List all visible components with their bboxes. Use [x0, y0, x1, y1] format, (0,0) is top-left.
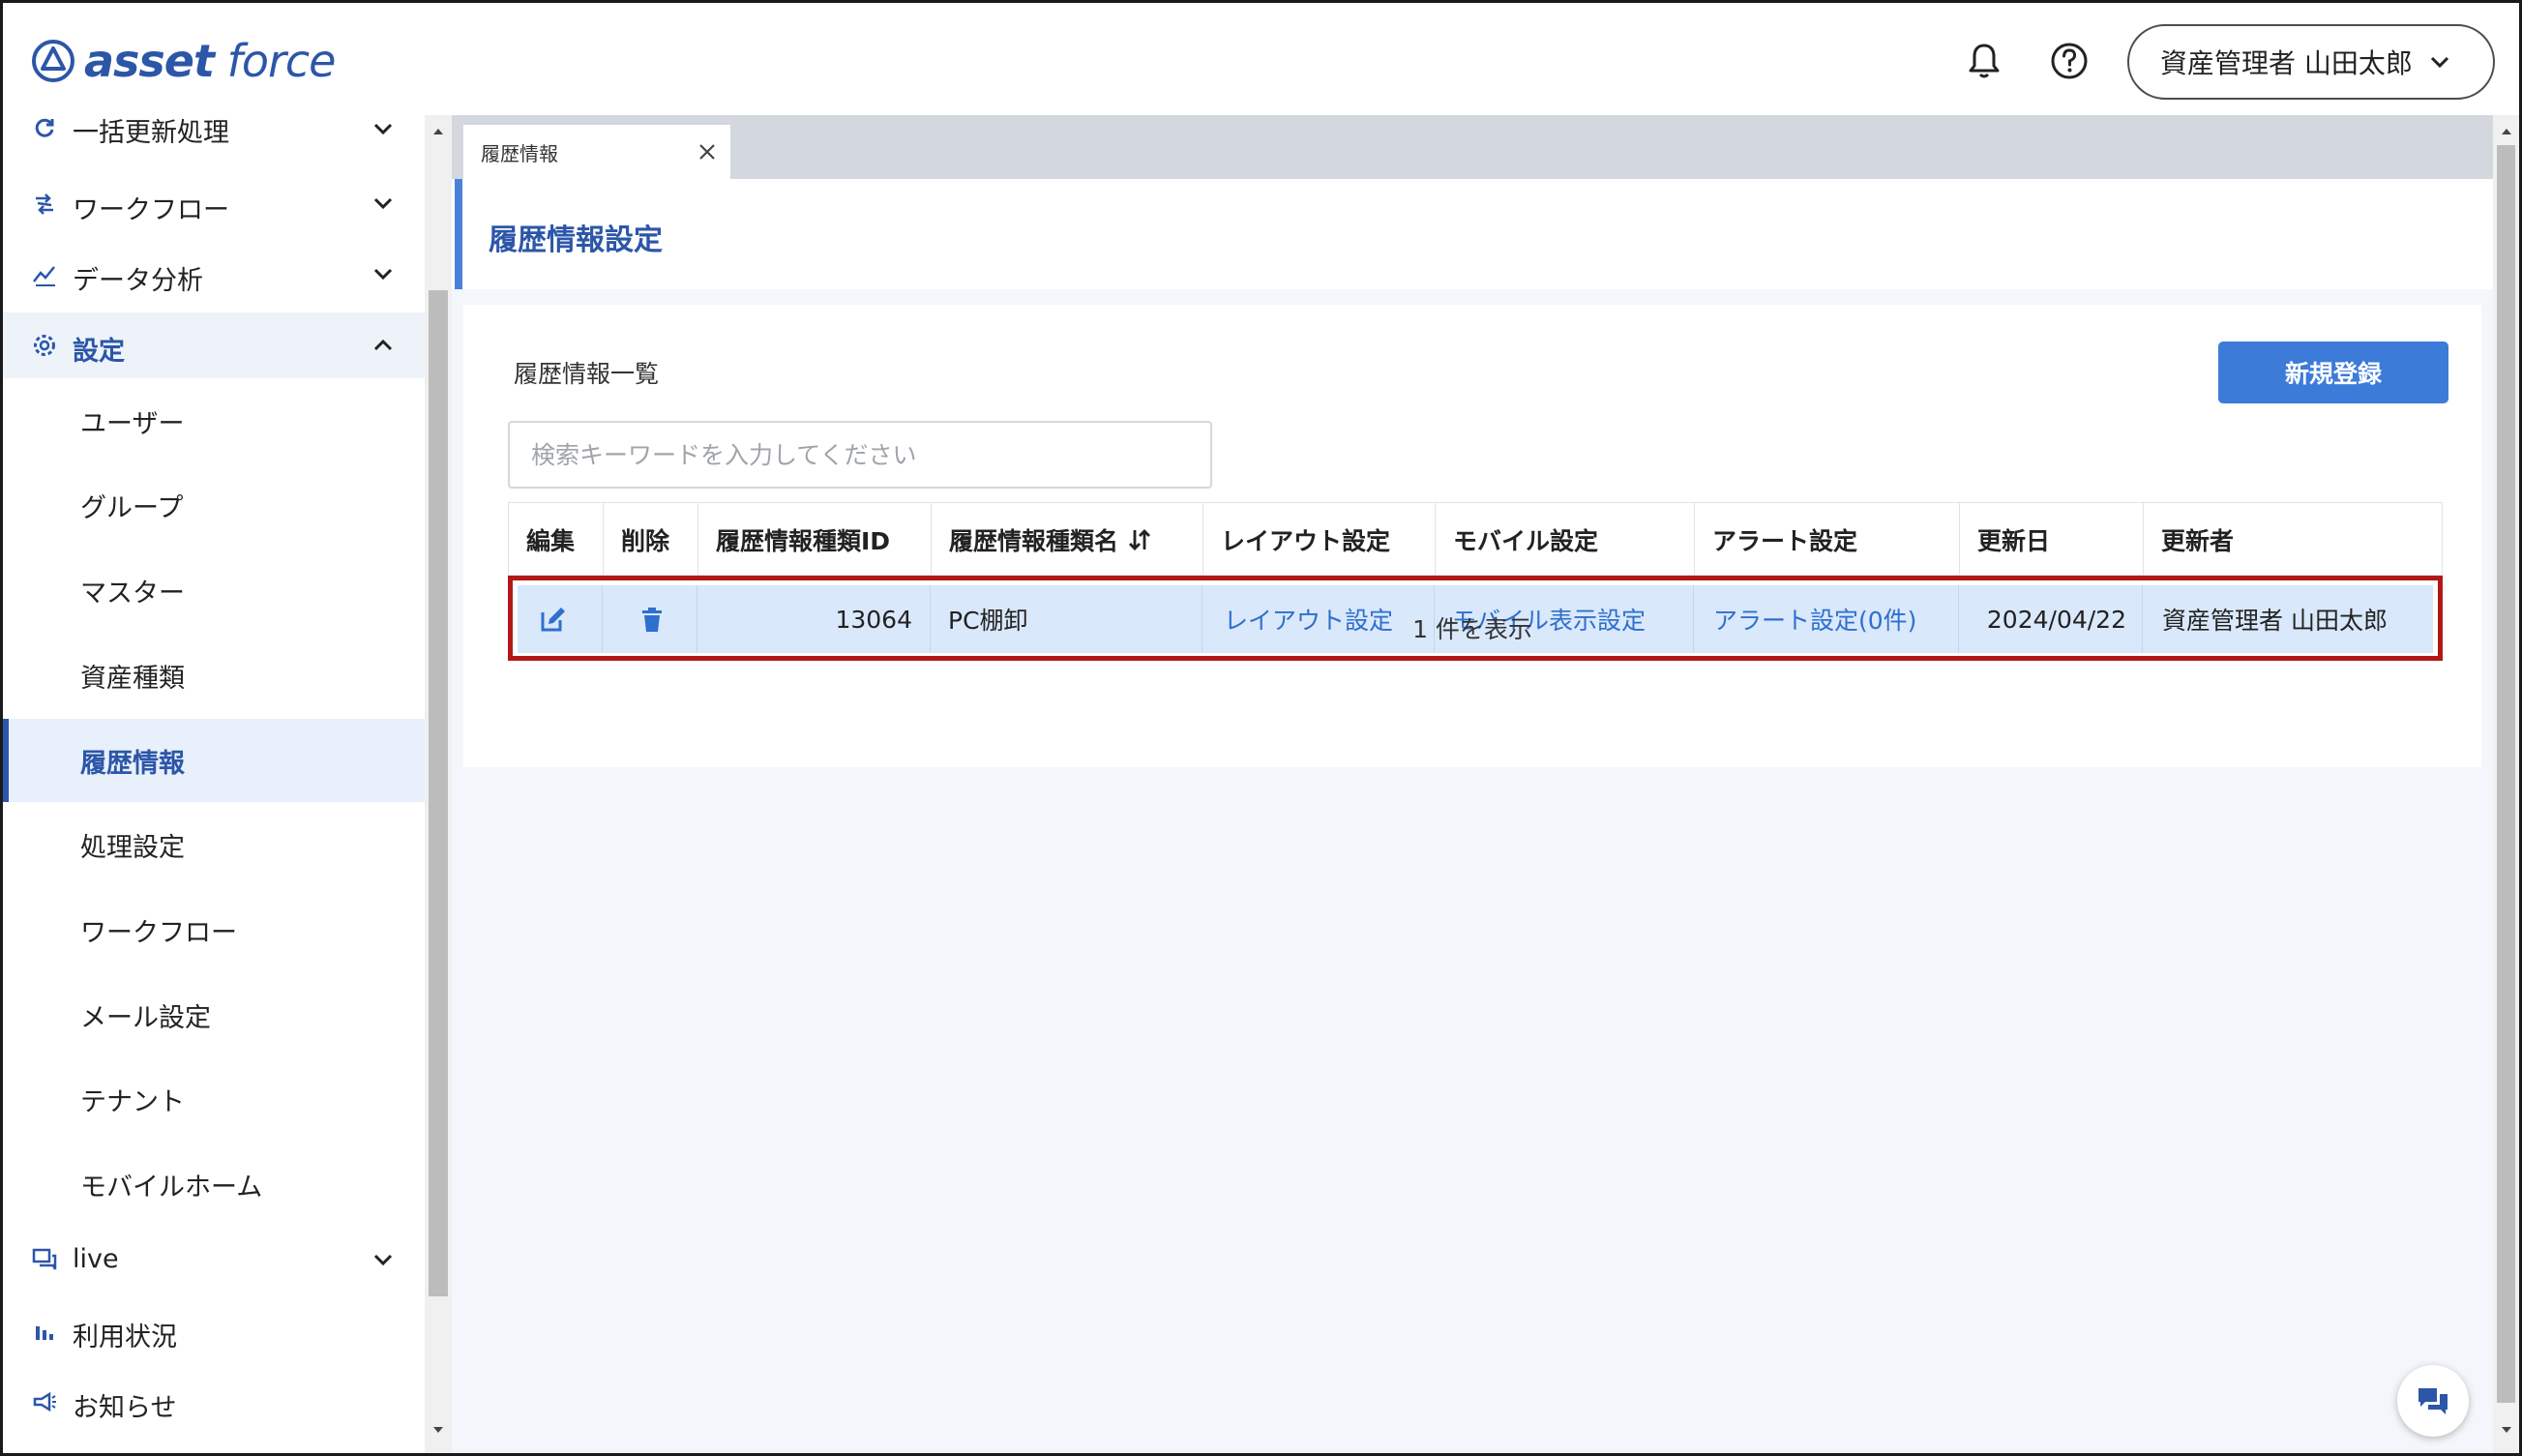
- page-title: 履歴情報設定: [489, 223, 663, 257]
- chevron-down-icon: [373, 197, 393, 210]
- tab-bar: 履歴情報: [452, 115, 2493, 179]
- chevron-down-icon: [2430, 56, 2448, 69]
- section-title: 履歴情報一覧: [514, 360, 660, 388]
- user-name: 資産管理者 山田太郎: [2160, 47, 2413, 79]
- sidebar-item-tenant[interactable]: テナント: [3, 1057, 425, 1141]
- sidebar-scrollbar-thumb[interactable]: [429, 290, 448, 1296]
- column-header-updater: 更新者: [2161, 527, 2235, 555]
- page-header: 履歴情報設定: [452, 179, 2493, 289]
- sidebar-item-process-settings[interactable]: 処理設定: [3, 803, 425, 886]
- active-indicator: [3, 719, 9, 802]
- sidebar-item-settings[interactable]: 設定: [3, 312, 425, 378]
- sidebar-item-mobile-home[interactable]: モバイルホーム: [3, 1143, 425, 1226]
- main-scroll-up-arrow-icon[interactable]: [2499, 124, 2514, 139]
- refresh-icon: [35, 118, 54, 137]
- column-header-alert: アラート設定: [1695, 503, 1960, 577]
- sidebar-item-asset-types[interactable]: 資産種類: [3, 634, 425, 717]
- notification-bell-icon[interactable]: [1961, 38, 2007, 84]
- main-scrollbar-thumb[interactable]: [2497, 145, 2515, 1403]
- search-input[interactable]: [508, 421, 1212, 489]
- logo-text: asset force: [84, 35, 336, 87]
- column-header-edit: 編集: [509, 503, 604, 577]
- app-header: asset force 資産管理者 山田太郎: [3, 3, 2519, 115]
- table-header: 編集 削除 履歴情報種類ID 履歴情報種類名 レイアウト設定 モバイル設定 アラ…: [508, 502, 2443, 577]
- column-header-mobile: モバイル設定: [1436, 503, 1695, 577]
- title-accent-bar: [455, 179, 462, 289]
- chevron-down-icon: [373, 123, 393, 135]
- column-header-type-id[interactable]: 履歴情報種類ID: [698, 503, 932, 577]
- logo-mark-icon: [32, 40, 74, 82]
- sidebar-item-notices[interactable]: お知らせ: [3, 1375, 425, 1429]
- chat-bubbles-icon: [2418, 1388, 2448, 1414]
- sidebar-item-users[interactable]: ユーザー: [3, 379, 425, 462]
- sidebar-item-workflow-settings[interactable]: ワークフロー: [3, 888, 425, 971]
- scroll-down-arrow-icon[interactable]: [430, 1422, 446, 1438]
- megaphone-icon: [33, 1391, 56, 1412]
- sidebar-item-data-analysis[interactable]: データ分析: [3, 248, 425, 302]
- sidebar-nav: 一括更新処理 ワークフロー データ分析 設定 ユーザー グループ マスター 資産…: [3, 115, 425, 1453]
- column-header-updated: 更新日: [1960, 503, 2144, 577]
- sidebar-item-groups[interactable]: グループ: [3, 463, 425, 547]
- sidebar-item-history-info[interactable]: 履歴情報: [3, 719, 425, 802]
- sort-icon[interactable]: [1126, 526, 1153, 553]
- bar-chart-icon: [36, 1326, 53, 1340]
- tab-history-info[interactable]: 履歴情報: [463, 125, 730, 179]
- chat-support-button[interactable]: [2397, 1365, 2469, 1437]
- result-count: 1 件を表示: [1412, 615, 1532, 643]
- close-tab-icon[interactable]: [696, 140, 719, 163]
- user-menu-button[interactable]: 資産管理者 山田太郎: [2127, 24, 2495, 100]
- sidebar-item-master[interactable]: マスター: [3, 549, 425, 632]
- app-logo[interactable]: asset force: [30, 30, 336, 92]
- scroll-up-arrow-icon[interactable]: [430, 124, 446, 139]
- chevron-down-icon: [373, 1254, 393, 1266]
- chevron-down-icon: [373, 268, 393, 281]
- main-scroll-down-arrow-icon[interactable]: [2499, 1422, 2514, 1438]
- help-icon[interactable]: [2046, 38, 2092, 84]
- chat-icon: [32, 1248, 57, 1270]
- analytics-icon: [33, 266, 55, 286]
- sidebar-item-workflow[interactable]: ワークフロー: [3, 177, 425, 231]
- workflow-icon: [36, 193, 53, 215]
- sidebar-item-live[interactable]: live: [3, 1233, 425, 1288]
- gear-icon: [34, 335, 55, 356]
- history-list-card: 履歴情報一覧 新規登録 編集 削除 履歴情報種類ID 履歴情報種類名 レイアウト…: [463, 305, 2481, 767]
- sidebar-item-usage[interactable]: 利用状況: [3, 1304, 425, 1358]
- column-header-type-name[interactable]: 履歴情報種類名: [932, 503, 1203, 577]
- sidebar-item-bulk-update[interactable]: 一括更新処理: [3, 115, 425, 148]
- column-header-layout: レイアウト設定: [1203, 503, 1436, 577]
- main-content: 履歴情報 履歴情報設定 履歴情報一覧 新規登録 編集 削除 履歴情報種類ID 履…: [452, 115, 2493, 1453]
- chevron-up-icon: [373, 339, 393, 351]
- sidebar-item-mail-settings[interactable]: メール設定: [3, 973, 425, 1056]
- new-registration-button[interactable]: 新規登録: [2218, 342, 2448, 403]
- column-header-delete: 削除: [604, 503, 698, 577]
